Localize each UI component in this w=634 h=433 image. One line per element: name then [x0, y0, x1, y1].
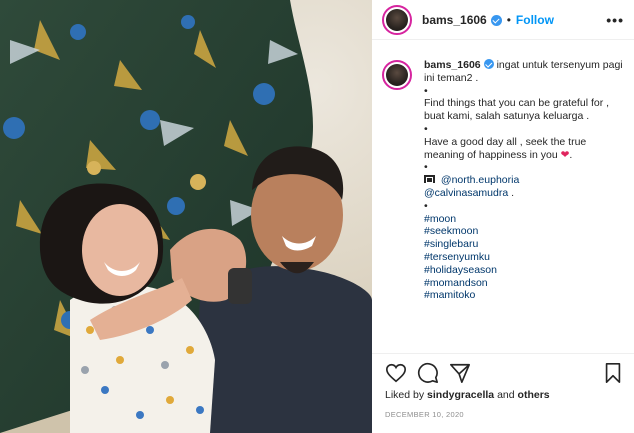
hashtag-link[interactable]: #holidayseason: [424, 264, 624, 277]
caption-row: bams_1606 ingat untuk tersenyum pagi ini…: [382, 58, 634, 302]
more-options-icon[interactable]: •••: [606, 12, 624, 28]
mention-link[interactable]: @north.euphoria: [441, 174, 519, 186]
mention-line: @north.euphoria: [424, 174, 624, 187]
action-icons: [385, 362, 471, 384]
header-separator: •: [506, 12, 511, 27]
photo-illustration: [0, 0, 372, 433]
likes-prefix: Liked by: [385, 389, 425, 401]
mention-line: @calvinasamudra .: [424, 187, 624, 200]
header-username[interactable]: bams_1606: [422, 13, 487, 27]
caption-end-dot: .: [569, 148, 573, 161]
comments-section[interactable]: bams_1606 ingat untuk tersenyum pagi ini…: [372, 58, 634, 353]
share-icon[interactable]: [449, 362, 471, 384]
bookmark-icon[interactable]: [602, 362, 624, 384]
caption-text: bams_1606 ingat untuk tersenyum pagi ini…: [424, 58, 624, 302]
caption-dot: •: [424, 84, 428, 97]
follow-button[interactable]: Follow: [516, 13, 554, 27]
verified-badge-icon: [490, 15, 502, 26]
avatar-image: [386, 64, 408, 86]
caption-text-line: Find things that you can be grateful for…: [424, 97, 610, 123]
post-side-panel: bams_1606 • Follow ••• bams_1606 ingat u…: [372, 0, 634, 433]
caption-line: Have a good day all , seek the true mean…: [424, 136, 624, 162]
post-header: bams_1606 • Follow •••: [372, 0, 634, 40]
likes-summary: Liked by sindygracella and others: [385, 389, 550, 401]
caption-avatar[interactable]: [382, 60, 412, 90]
caption-dot: •: [424, 122, 428, 135]
post-actions: Liked by sindygracella and others DECEMB…: [372, 353, 634, 433]
hashtag-link[interactable]: #momandson: [424, 277, 624, 290]
verified-badge-icon: [483, 59, 494, 69]
post-date[interactable]: DECEMBER 10, 2020: [385, 410, 464, 419]
like-icon[interactable]: [385, 362, 407, 384]
mention-link[interactable]: @calvinasamudra: [424, 187, 508, 199]
caption-line: bams_1606 ingat untuk tersenyum pagi ini…: [424, 58, 624, 85]
likes-others-link[interactable]: others: [518, 389, 550, 401]
caption-dot: •: [424, 199, 428, 212]
hashtag-link[interactable]: #mamitoko: [424, 289, 624, 302]
comment-icon[interactable]: [417, 362, 439, 384]
likes-joiner: and: [497, 389, 515, 401]
hashtag-link[interactable]: #seekmoon: [424, 225, 624, 238]
likes-user-link[interactable]: sindygracella: [427, 389, 494, 401]
hashtag-link[interactable]: #singlebaru: [424, 238, 624, 251]
avatar-image: [386, 8, 408, 31]
camera-icon: [424, 175, 435, 184]
hashtag-link[interactable]: #moon: [424, 213, 624, 226]
mention-suffix: .: [511, 186, 515, 199]
caption-username[interactable]: bams_1606: [424, 59, 481, 71]
avatar[interactable]: [382, 4, 412, 35]
caption-dot: •: [424, 161, 428, 174]
post-photo[interactable]: [0, 0, 372, 433]
hashtag-link[interactable]: #tersenyumku: [424, 251, 624, 264]
